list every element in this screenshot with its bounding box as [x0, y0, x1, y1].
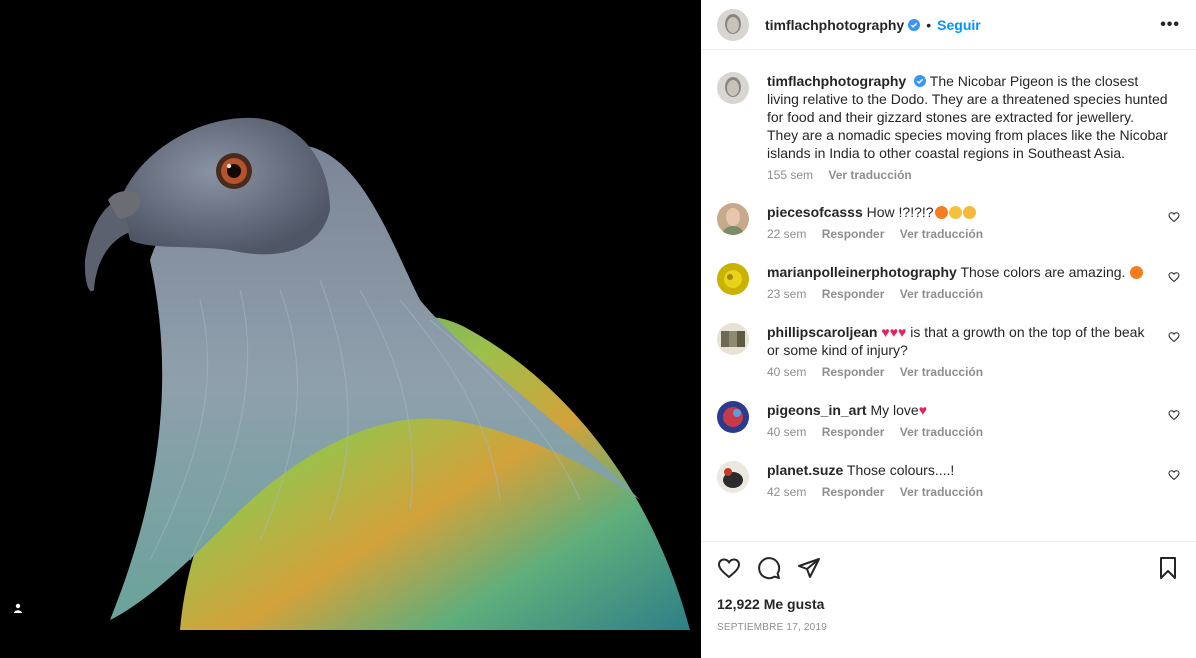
post-details-panel: timflachphotography • Seguir ••• timflac…: [701, 0, 1196, 658]
verified-badge-icon: [914, 75, 927, 87]
heart-emoji-icon: ♥: [898, 324, 907, 340]
share-icon[interactable]: [797, 556, 821, 580]
translate-button[interactable]: Ver traducción: [900, 365, 983, 379]
comment-like-icon[interactable]: [1168, 331, 1180, 343]
comment-text: My love: [870, 402, 919, 418]
commenter-avatar[interactable]: [717, 263, 749, 295]
commenter-avatar[interactable]: [717, 323, 749, 355]
heart-emoji-icon: ♥: [918, 402, 928, 418]
user-tag-icon[interactable]: [9, 599, 27, 617]
comment-username[interactable]: phillipscaroljean: [767, 324, 877, 340]
comment-like-icon[interactable]: [1168, 469, 1180, 481]
comment-like-icon[interactable]: [1168, 409, 1180, 421]
comment-time[interactable]: 40 sem: [767, 425, 806, 439]
nicobar-pigeon-photo: [84, 117, 690, 630]
comment-time[interactable]: 22 sem: [767, 227, 806, 241]
like-icon[interactable]: [717, 556, 741, 580]
caption-translate-button[interactable]: Ver traducción: [828, 168, 911, 182]
verified-badge-icon: [908, 18, 921, 31]
comment-item: planet.suze Those colours....! 42 sem Re…: [717, 461, 1180, 499]
comment-text: How !?!?!?: [866, 204, 934, 220]
comment-username[interactable]: pigeons_in_art: [767, 402, 867, 418]
reply-button[interactable]: Responder: [822, 227, 885, 241]
translate-button[interactable]: Ver traducción: [900, 227, 983, 241]
comment-username[interactable]: marianpolleinerphotography: [767, 264, 957, 280]
comment-time[interactable]: 23 sem: [767, 287, 806, 301]
comment-time[interactable]: 40 sem: [767, 365, 806, 379]
comment-item: phillipscaroljean ♥♥♥ is that a growth o…: [717, 323, 1180, 379]
comment-username[interactable]: planet.suze: [767, 462, 843, 478]
reply-button[interactable]: Responder: [822, 425, 885, 439]
caption-text: timflachphotography The Nicobar Pigeon i…: [767, 72, 1168, 162]
caption-username[interactable]: timflachphotography: [767, 73, 906, 89]
save-icon[interactable]: [1156, 556, 1180, 580]
comment-item: piecesofcasss How !?!?!? 22 sem Responde…: [717, 203, 1180, 241]
caption: timflachphotography The Nicobar Pigeon i…: [717, 72, 1180, 182]
comment-time[interactable]: 42 sem: [767, 485, 806, 499]
comment-icon[interactable]: [757, 556, 781, 580]
translate-button[interactable]: Ver traducción: [900, 287, 983, 301]
heart-emoji-icon: ♥: [889, 324, 898, 340]
comments-list[interactable]: timflachphotography The Nicobar Pigeon i…: [701, 51, 1196, 541]
translate-button[interactable]: Ver traducción: [900, 425, 983, 439]
clap-emoji-icon: [948, 206, 962, 219]
reply-button[interactable]: Responder: [822, 485, 885, 499]
more-options-icon[interactable]: •••: [1160, 16, 1180, 34]
author-avatar[interactable]: [717, 8, 749, 41]
star-eyes-emoji-icon: [962, 206, 976, 219]
comment-item: marianpolleinerphotography Those colors …: [717, 263, 1180, 301]
post-date[interactable]: SEPTIEMBRE 17, 2019: [717, 622, 1180, 633]
post-image[interactable]: [0, 0, 701, 658]
caption-time[interactable]: 155 sem: [767, 168, 813, 182]
post-actions: 12,922 Me gusta SEPTIEMBRE 17, 2019: [701, 541, 1196, 633]
author-username[interactable]: timflachphotography: [765, 17, 904, 33]
commenter-avatar[interactable]: [717, 461, 749, 493]
comment-text: Those colors are amazing.: [960, 264, 1126, 280]
reply-button[interactable]: Responder: [822, 287, 885, 301]
comment-item: pigeons_in_art My love♥ 40 sem Responder…: [717, 401, 1180, 439]
commenter-avatar[interactable]: [717, 401, 749, 433]
reply-button[interactable]: Responder: [822, 365, 885, 379]
separator-dot: •: [926, 16, 932, 33]
like-count[interactable]: 12,922 Me gusta: [717, 596, 1180, 612]
post-header: timflachphotography • Seguir •••: [701, 0, 1196, 50]
heart-emoji-icon: ♥: [881, 324, 890, 340]
caption-avatar[interactable]: [717, 72, 749, 104]
follow-button[interactable]: Seguir: [937, 17, 981, 33]
fire-emoji-icon: [934, 206, 948, 219]
fire-emoji-icon: [1130, 266, 1144, 279]
comment-like-icon[interactable]: [1168, 271, 1180, 283]
comment-like-icon[interactable]: [1168, 211, 1180, 223]
comment-username[interactable]: piecesofcasss: [767, 204, 863, 220]
comment-text: Those colours....!: [846, 462, 955, 478]
translate-button[interactable]: Ver traducción: [900, 485, 983, 499]
caption-meta: 155 sem Ver traducción: [767, 168, 1168, 182]
commenter-avatar[interactable]: [717, 203, 749, 235]
